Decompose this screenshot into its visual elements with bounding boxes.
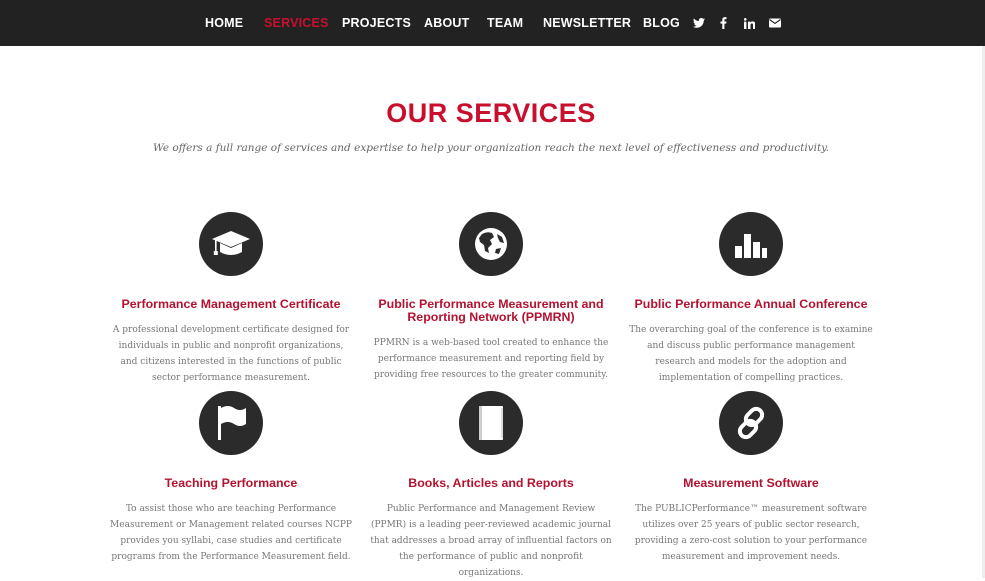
service-description: A professional development certificate d…: [112, 325, 350, 383]
nav-services-link[interactable]: SERVICES: [264, 16, 329, 30]
service-title[interactable]: Teaching Performance: [101, 477, 361, 490]
service-card-books: Books, Articles and Reports Public Perfo…: [361, 391, 621, 581]
facebook-icon[interactable]: [716, 15, 730, 31]
service-description: The PUBLICPerformance™ measurement softw…: [634, 504, 868, 562]
service-card-teaching: Teaching Performance To assist those who…: [101, 391, 361, 565]
nav-projects-link[interactable]: PROJECTS: [342, 16, 411, 30]
service-card-conference: Public Performance Annual Conference The…: [621, 212, 881, 386]
service-description: PPMRN is a web-based tool created to enh…: [373, 338, 609, 380]
globe-icon: [459, 212, 523, 276]
twitter-icon[interactable]: [692, 15, 706, 31]
service-title[interactable]: Public Performance Measurement and Repor…: [361, 298, 621, 324]
service-card-software: Measurement Software The PUBLICPerforman…: [621, 391, 881, 565]
top-navbar: HOME SERVICES PROJECTS ABOUT TEAM NEWSLE…: [0, 0, 985, 46]
book-icon: [459, 391, 523, 455]
linkedin-icon[interactable]: [742, 15, 756, 31]
bar-chart-icon: [719, 212, 783, 276]
service-title[interactable]: Performance Management Certificate: [101, 298, 361, 311]
service-title[interactable]: Public Performance Annual Conference: [621, 298, 881, 311]
nav-team-link[interactable]: TEAM: [487, 16, 523, 30]
service-description: To assist those who are teaching Perform…: [110, 504, 352, 562]
nav-newsletter-link[interactable]: NEWSLETTER: [543, 16, 631, 30]
nav-blog-link[interactable]: BLOG: [643, 16, 680, 30]
service-title[interactable]: Books, Articles and Reports: [361, 477, 621, 490]
nav-home-link[interactable]: HOME: [205, 16, 243, 30]
link-icon: [719, 391, 783, 455]
envelope-icon[interactable]: [768, 15, 782, 31]
graduation-cap-icon: [199, 212, 263, 276]
service-card-certificate: Performance Management Certificate A pro…: [101, 212, 361, 386]
page-subtitle: We offers a full range of services and e…: [152, 142, 830, 154]
flag-icon: [199, 391, 263, 455]
page-title: OUR SERVICES: [386, 98, 596, 128]
service-title[interactable]: Measurement Software: [621, 477, 881, 490]
nav-about-link[interactable]: ABOUT: [424, 16, 469, 30]
service-description: The overarching goal of the conference i…: [629, 325, 873, 383]
service-card-ppmrn: Public Performance Measurement and Repor…: [361, 212, 621, 383]
service-description: Public Performance and Management Review…: [370, 504, 612, 578]
